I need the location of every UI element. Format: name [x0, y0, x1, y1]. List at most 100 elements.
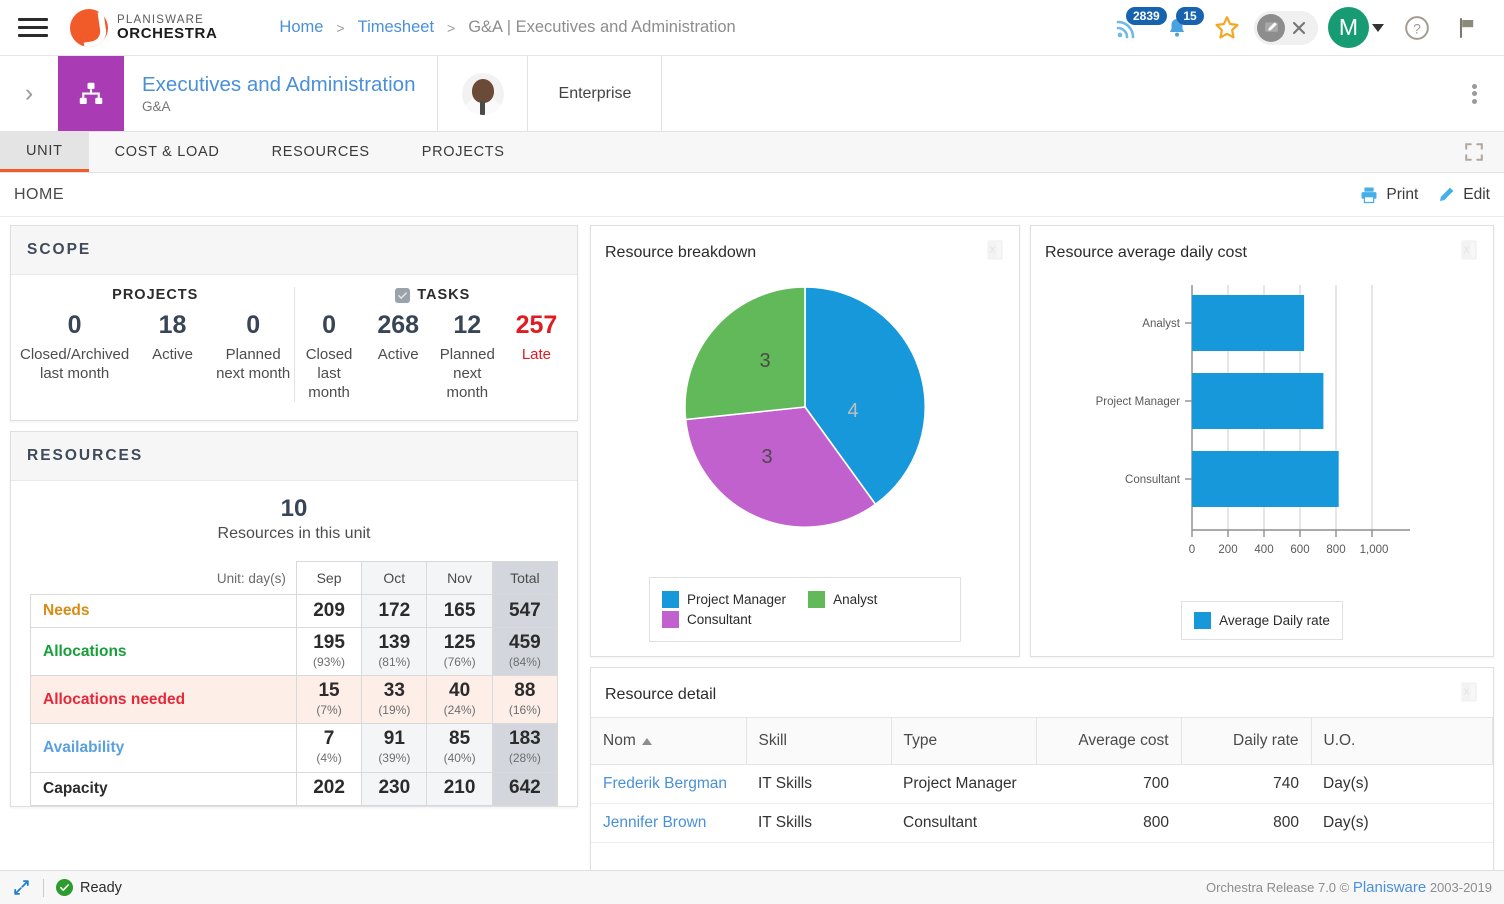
- table-row[interactable]: Allocations 195 (93%) 139 (81%) 125 (76%) 4…: [30, 627, 559, 677]
- page-title: HOME: [14, 185, 64, 203]
- svg-text:4: 4: [847, 400, 858, 422]
- resources-count-caption: Resources in this unit: [217, 525, 371, 543]
- legend-label: Project Manager: [687, 592, 787, 607]
- scope-metric[interactable]: 18 Active: [132, 309, 213, 383]
- help-button[interactable]: ?: [1394, 5, 1440, 51]
- edit-mode-toggle[interactable]: [1254, 10, 1318, 45]
- menu-icon[interactable]: [0, 18, 66, 37]
- logo-line-2: ORCHESTRA: [117, 24, 218, 42]
- footer-copyright: Orchestra Release 7.0 © Planisware 2003-…: [1206, 879, 1492, 896]
- flag-button[interactable]: [1444, 5, 1490, 51]
- app-logo[interactable]: PLANISWARE ORCHESTRA: [70, 8, 218, 47]
- legend-label: Consultant: [687, 612, 752, 627]
- scope-metric[interactable]: 268 Active: [364, 309, 433, 402]
- column-header-type[interactable]: Type: [891, 717, 1037, 765]
- resource-link[interactable]: Frederik Bergman: [603, 775, 727, 792]
- unit-more-menu[interactable]: [1444, 56, 1504, 131]
- resource-detail-header: Resource detail X: [591, 668, 1493, 717]
- resource-breakdown-title: Resource breakdown: [605, 243, 757, 261]
- tab-unit[interactable]: UNIT: [0, 132, 89, 172]
- column-header-average-cost[interactable]: Average cost: [1036, 717, 1182, 765]
- row-label: Allocations: [30, 627, 297, 677]
- user-menu[interactable]: M: [1328, 7, 1384, 48]
- detail-cell-uo: Day(s): [1311, 764, 1493, 804]
- expand-tree-button[interactable]: ›: [0, 56, 58, 131]
- bar-project-manager: [1192, 373, 1324, 429]
- unit-title[interactable]: Executives and Administration: [142, 73, 415, 98]
- scope-card: SCOPE PROJECTS 0 Closed/Archived last mo…: [10, 225, 578, 422]
- column-header-skill[interactable]: Skill: [746, 717, 892, 765]
- breadcrumb-item-timesheet[interactable]: Timesheet: [358, 18, 434, 37]
- resource-avg-daily-cost-title: Resource average daily cost: [1045, 243, 1247, 261]
- scope-metric[interactable]: 12 Planned next month: [433, 309, 502, 402]
- export-excel-icon[interactable]: X: [1459, 681, 1479, 708]
- notifications-button[interactable]: 15: [1154, 5, 1204, 51]
- resource-avg-daily-cost-header: Resource average daily cost X: [1031, 226, 1493, 275]
- fullscreen-button[interactable]: [1444, 132, 1504, 172]
- scope-tasks-label: TASKS: [417, 287, 471, 303]
- export-excel-icon[interactable]: X: [985, 239, 1005, 266]
- scope-metric[interactable]: 0 Planned next month: [213, 309, 294, 383]
- resource-breakdown-card: Resource breakdown X 4 3 3 Project Manag…: [590, 225, 1020, 657]
- table-row[interactable]: Availability 7 (4%) 91 (39%) 85 (40%) 183 (2…: [30, 723, 559, 773]
- legend-item-consultant[interactable]: Consultant: [662, 611, 752, 628]
- footer-years: 2003-2019: [1426, 880, 1492, 895]
- svg-text:X: X: [1463, 245, 1469, 255]
- scope-metric[interactable]: 0 Closed last month: [295, 309, 364, 402]
- edit-page-icon: [1257, 13, 1285, 42]
- print-button[interactable]: Print: [1359, 185, 1418, 205]
- column-header-oct[interactable]: Oct: [361, 561, 428, 596]
- table-cell: 195 (93%): [295, 627, 363, 677]
- scope-value: 268: [377, 311, 420, 339]
- tab-projects[interactable]: PROJECTS: [396, 132, 531, 172]
- unit-manager-avatar[interactable]: [438, 56, 529, 131]
- table-cell: 230: [361, 771, 428, 806]
- column-header-uo[interactable]: U.O.: [1311, 717, 1493, 765]
- legend-item-average-daily-rate[interactable]: Average Daily rate: [1194, 612, 1330, 629]
- table-row[interactable]: Needs 209 172 165 547: [30, 594, 559, 629]
- org-unit-icon: [58, 56, 124, 131]
- unit-title-block[interactable]: Executives and Administration G&A: [124, 56, 439, 131]
- detail-cell-daily-rate: 740: [1181, 764, 1311, 804]
- resources-section-title: RESOURCES: [11, 432, 577, 482]
- column-header-nom[interactable]: Nom: [591, 717, 747, 765]
- scope-metric[interactable]: 0 Closed/Archived last month: [17, 309, 132, 383]
- table-row[interactable]: Allocations needed 15 (7%) 33 (19%) 40 (24%…: [30, 675, 559, 725]
- kebab-dot-icon: [1471, 83, 1477, 89]
- export-excel-icon[interactable]: X: [1459, 239, 1479, 266]
- scope-metric-late[interactable]: 257 Late: [502, 309, 571, 402]
- scope-value: 0: [246, 311, 261, 339]
- svg-text:3: 3: [759, 350, 770, 372]
- table-row[interactable]: Jennifer Brown IT Skills Consultant 800 …: [591, 803, 1493, 843]
- resize-icon[interactable]: [12, 878, 31, 897]
- left-column: SCOPE PROJECTS 0 Closed/Archived last mo…: [10, 225, 578, 871]
- legend-swatch-icon: [662, 611, 679, 628]
- close-icon[interactable]: [1289, 18, 1309, 38]
- row-label: Allocations needed: [30, 675, 297, 725]
- resource-link[interactable]: Jennifer Brown: [603, 814, 706, 831]
- favorites-button[interactable]: [1204, 5, 1250, 51]
- legend-item-project-manager[interactable]: Project Manager: [662, 591, 786, 608]
- row-label: Availability: [30, 723, 297, 773]
- breadcrumb-item-home[interactable]: Home: [279, 18, 323, 37]
- bar-chart-svg[interactable]: Analyst Project Manager Consultant 0 200…: [1062, 275, 1462, 575]
- column-header-daily-rate[interactable]: Daily rate: [1181, 717, 1312, 765]
- edit-button[interactable]: Edit: [1436, 185, 1490, 205]
- kebab-dot-icon: [1471, 98, 1477, 104]
- table-row[interactable]: Capacity 202 230 210 642: [30, 771, 559, 806]
- legend-item-analyst[interactable]: Analyst: [808, 591, 877, 608]
- table-cell: 7 (4%): [295, 723, 363, 773]
- question-circle-icon: ?: [1405, 15, 1429, 40]
- pie-chart-svg[interactable]: 4 3 3: [679, 281, 931, 533]
- column-header-nov[interactable]: Nov: [426, 561, 493, 596]
- table-row[interactable]: Frederik Bergman IT Skills Project Manag…: [591, 764, 1493, 804]
- table-cell: 33 (19%): [361, 675, 428, 725]
- tab-resources[interactable]: RESOURCES: [246, 132, 396, 172]
- resources-count-value: 10: [280, 495, 308, 523]
- status-bar: Ready Orchestra Release 7.0 © Planisware…: [0, 870, 1504, 904]
- column-header-sep[interactable]: Sep: [295, 561, 363, 596]
- feed-button[interactable]: 2839: [1104, 5, 1167, 51]
- scope-caption: Closed/Archived last month: [20, 345, 130, 382]
- tab-cost-and-load[interactable]: COST & LOAD: [89, 132, 246, 172]
- column-header-total[interactable]: Total: [491, 561, 559, 596]
